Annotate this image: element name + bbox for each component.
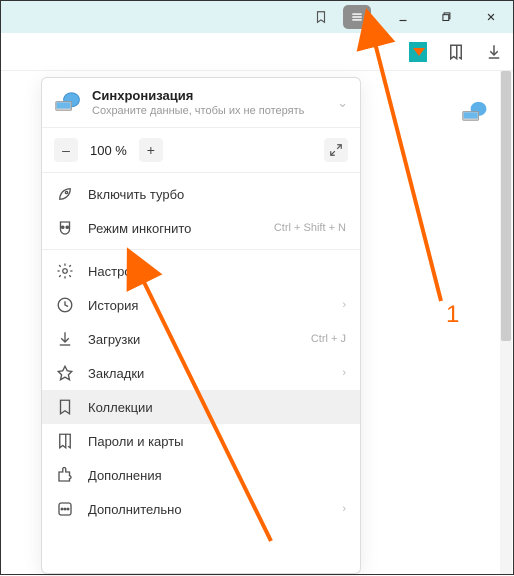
- menu-label: Закладки: [88, 366, 328, 381]
- zoom-out-button[interactable]: –: [54, 138, 78, 162]
- menu-label: История: [88, 298, 328, 313]
- menu-item-history[interactable]: История ›: [42, 288, 360, 322]
- sync-subtitle: Сохраните данные, чтобы их не потерять: [92, 105, 327, 117]
- incognito-icon: [56, 219, 74, 237]
- download-icon: [56, 330, 74, 348]
- menu-item-addons[interactable]: Дополнения: [42, 458, 360, 492]
- vertical-scrollbar[interactable]: [500, 71, 512, 574]
- hamburger-menu-button[interactable]: [343, 5, 371, 29]
- minimize-button[interactable]: [381, 1, 425, 33]
- maximize-button[interactable]: [425, 1, 469, 33]
- downloads-toolbar-icon[interactable]: [485, 43, 503, 61]
- menu-item-collections[interactable]: Коллекции: [42, 390, 360, 424]
- key-icon: [56, 432, 74, 450]
- more-icon: [56, 500, 74, 518]
- window-titlebar: [1, 1, 513, 33]
- chevron-right-icon: ›: [342, 299, 346, 311]
- bookmark-icon[interactable]: [299, 1, 343, 33]
- puzzle-icon: [56, 466, 74, 484]
- menu-item-passwords[interactable]: Пароли и карты: [42, 424, 360, 458]
- menu-item-downloads[interactable]: Загрузки Ctrl + J: [42, 322, 360, 356]
- chevron-down-icon: ⌄: [337, 95, 348, 111]
- main-menu-panel: Синхронизация Сохраните данные, чтобы их…: [41, 77, 361, 574]
- menu-item-incognito[interactable]: Режим инкогнито Ctrl + Shift + N: [42, 211, 360, 245]
- sync-card[interactable]: Синхронизация Сохраните данные, чтобы их…: [42, 78, 360, 128]
- menu-item-turbo[interactable]: Включить турбо: [42, 177, 360, 211]
- chevron-right-icon: ›: [342, 503, 346, 515]
- menu-shortcut: Ctrl + J: [311, 333, 346, 345]
- collections-toolbar-icon[interactable]: [447, 43, 465, 61]
- menu-label: Режим инкогнито: [88, 221, 260, 236]
- sync-title: Синхронизация: [92, 88, 327, 103]
- menu-label: Коллекции: [88, 400, 346, 415]
- menu-label: Загрузки: [88, 332, 297, 347]
- menu-item-more[interactable]: Дополнительно ›: [42, 492, 360, 526]
- page-content-area: [361, 71, 513, 574]
- chevron-right-icon: ›: [342, 367, 346, 379]
- browser-toolbar: [1, 33, 513, 71]
- sync-globe-icon: [54, 91, 82, 115]
- clock-icon: [56, 296, 74, 314]
- menu-item-bookmarks[interactable]: Закладки ›: [42, 356, 360, 390]
- menu-label: Настройки: [88, 264, 346, 279]
- yandex-logo-icon[interactable]: [409, 43, 427, 61]
- menu-label: Дополнения: [88, 468, 346, 483]
- scroll-thumb[interactable]: [501, 71, 511, 341]
- menu-shortcut: Ctrl + Shift + N: [274, 222, 346, 234]
- menu-item-settings[interactable]: Настройки: [42, 254, 360, 288]
- globe-monitor-icon: [461, 101, 489, 125]
- menu-label: Включить турбо: [88, 187, 346, 202]
- star-icon: [56, 364, 74, 382]
- zoom-row: – 100 % +: [42, 128, 360, 173]
- menu-label: Пароли и карты: [88, 434, 346, 449]
- menu-divider: [42, 249, 360, 250]
- menu-label: Дополнительно: [88, 502, 328, 517]
- annotation-label-1: 1: [446, 301, 459, 329]
- collections-icon: [56, 398, 74, 416]
- zoom-in-button[interactable]: +: [139, 138, 163, 162]
- gear-icon: [56, 262, 74, 280]
- rocket-icon: [56, 185, 74, 203]
- fullscreen-button[interactable]: [324, 138, 348, 162]
- close-button[interactable]: [469, 1, 513, 33]
- zoom-value: 100 %: [90, 143, 127, 158]
